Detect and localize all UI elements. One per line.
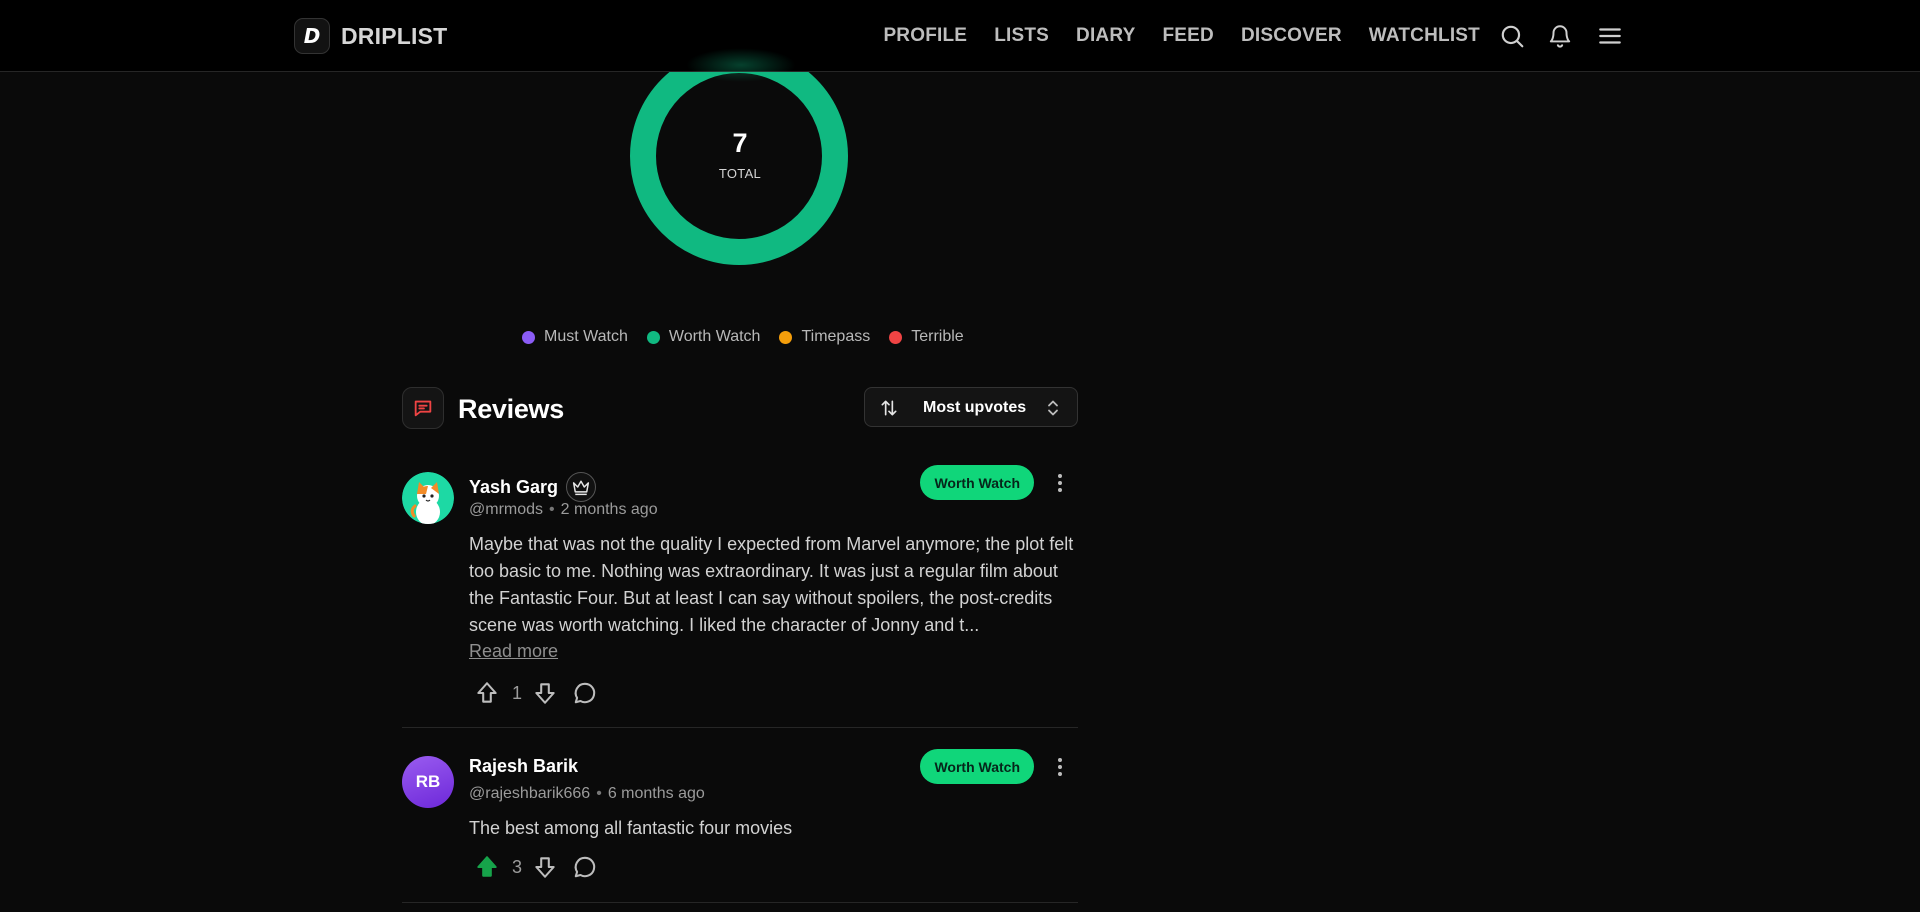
- review-card: Yash Garg @mrmods • 2 months ago Worth Wat…: [402, 462, 1078, 728]
- downvote-icon[interactable]: [530, 678, 560, 708]
- nav-watchlist[interactable]: WATCHLIST: [1369, 25, 1480, 47]
- donut-total-value: 7: [732, 128, 748, 158]
- ratings-legend: Must Watch Worth Watch Timepass Terrible: [522, 328, 983, 346]
- sort-dropdown[interactable]: Most upvotes: [864, 387, 1078, 427]
- review-text: Maybe that was not the quality I expecte…: [469, 534, 1074, 635]
- reviews-header: Reviews Most upvotes: [402, 386, 1078, 430]
- legend-dot-must-watch: [522, 330, 535, 344]
- brand-logo[interactable]: D: [294, 18, 330, 54]
- legend-dot-terrible: [889, 330, 903, 344]
- meta-separator: •: [596, 785, 602, 802]
- top-navigation-bar: D DRIPLIST PROFILE LISTS DIARY FEED DISC…: [0, 0, 1920, 72]
- review-actions: 3: [472, 852, 600, 882]
- main-nav: PROFILE LISTS DIARY FEED DISCOVER WATCHL…: [883, 0, 1624, 72]
- review-actions: 1: [472, 678, 600, 708]
- reviewer-name[interactable]: Yash Garg: [469, 477, 558, 498]
- brand-name[interactable]: DRIPLIST: [341, 23, 447, 50]
- comment-icon[interactable]: [570, 678, 600, 708]
- legend-label: Terrible: [911, 328, 964, 345]
- downvote-icon[interactable]: [530, 852, 560, 882]
- crown-icon: [566, 472, 597, 502]
- reviewer-name[interactable]: Rajesh Barik: [469, 756, 578, 777]
- donut-total: 7 TOTAL: [690, 128, 790, 182]
- avatar[interactable]: RB: [402, 756, 454, 808]
- chevron-updown-icon: [1045, 399, 1061, 422]
- review-meta: @mrmods • 2 months ago: [469, 501, 658, 519]
- brand[interactable]: D DRIPLIST: [294, 18, 447, 54]
- nav-feed[interactable]: FEED: [1162, 25, 1213, 47]
- read-more-link[interactable]: Read more: [469, 641, 558, 662]
- reviewer-handle[interactable]: @rajeshbarik666: [469, 785, 590, 802]
- review-time: 6 months ago: [607, 785, 705, 802]
- sort-arrows-icon: [879, 398, 899, 423]
- avatar[interactable]: [402, 472, 454, 524]
- review-text: The best among all fantastic four movies: [469, 818, 793, 838]
- upvote-count: 1: [512, 682, 523, 703]
- nav-lists[interactable]: LISTS: [994, 25, 1049, 47]
- search-icon[interactable]: [1498, 22, 1526, 50]
- sort-label: Most upvotes: [923, 399, 1027, 416]
- user-line: Rajesh Barik: [469, 756, 578, 777]
- legend-label: Must Watch: [544, 328, 628, 345]
- nav-discover[interactable]: DISCOVER: [1241, 25, 1342, 47]
- review-card: RB Rajesh Barik @rajeshbarik666 • 6 months…: [402, 746, 1078, 903]
- legend-label: Timepass: [801, 328, 871, 345]
- donut-total-label: TOTAL: [718, 166, 762, 181]
- brand-logo-letter: D: [303, 24, 321, 48]
- reviewer-handle[interactable]: @mrmods: [469, 501, 543, 518]
- review-chat-icon: [402, 387, 444, 429]
- review-meta: @rajeshbarik666 • 6 months ago: [469, 785, 705, 803]
- legend-label: Worth Watch: [668, 328, 761, 345]
- nav-profile[interactable]: PROFILE: [883, 25, 967, 47]
- rating-badge[interactable]: Worth Watch: [920, 749, 1034, 784]
- menu-icon[interactable]: [1596, 22, 1624, 50]
- legend-item-must-watch: Must Watch: [522, 328, 628, 346]
- nav-diary[interactable]: DIARY: [1076, 25, 1135, 47]
- legend-item-terrible: Terrible: [889, 328, 964, 346]
- legend-item-timepass: Timepass: [779, 328, 870, 346]
- legend-dot-timepass: [779, 330, 793, 344]
- rating-badge[interactable]: Worth Watch: [920, 465, 1034, 500]
- upvote-count: 3: [512, 856, 523, 877]
- more-options-icon[interactable]: [1050, 755, 1070, 779]
- meta-separator: •: [549, 501, 555, 518]
- reviews-title: Reviews: [458, 394, 564, 424]
- bell-icon[interactable]: [1546, 22, 1574, 50]
- user-line: Yash Garg: [469, 472, 597, 502]
- upvote-icon[interactable]: [472, 678, 502, 708]
- legend-dot-worth-watch: [646, 330, 660, 344]
- more-options-icon[interactable]: [1050, 471, 1070, 495]
- legend-item-worth-watch: Worth Watch: [646, 328, 761, 346]
- comment-icon[interactable]: [570, 852, 600, 882]
- review-time: 2 months ago: [560, 501, 658, 518]
- upvote-icon-active[interactable]: [472, 852, 502, 882]
